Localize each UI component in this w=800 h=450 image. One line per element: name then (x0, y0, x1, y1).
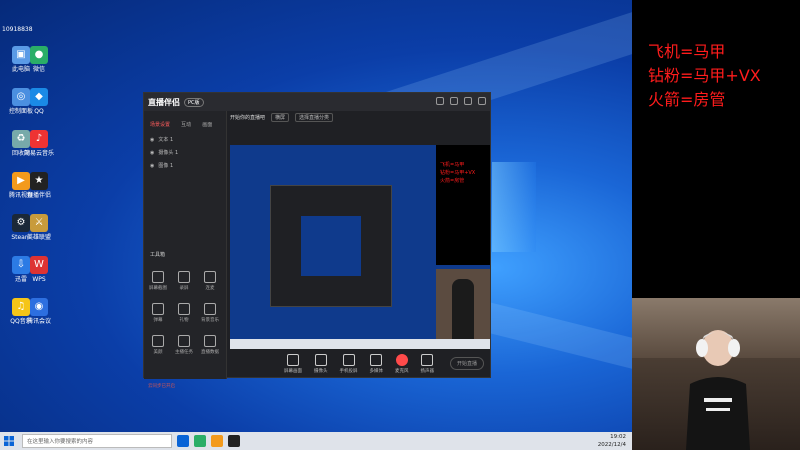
nested-camera (436, 269, 490, 339)
minimize-icon[interactable] (450, 97, 458, 105)
orientation-tag[interactable]: 横屏 (271, 112, 290, 122)
speaker-icon (421, 354, 434, 366)
app-sidebar: 场景设置 互动 画面 ◉ 文本 1 ◉ 摄像头 1 ◉ 图像 1 工具箱 屏幕截图 录… (144, 111, 227, 389)
desktop-icon[interactable]: ◆ QQ (18, 88, 60, 116)
qq-icon: ◆ (30, 88, 48, 106)
category-select[interactable]: 选择直播分类 (295, 112, 334, 122)
taskbar-clock[interactable]: 19:02 2022/12/4 (598, 433, 626, 449)
meeting-icon: ◉ (30, 298, 48, 316)
taskbar-app-icon[interactable] (194, 435, 206, 447)
desktop-icon[interactable]: ● 微信 (18, 46, 60, 74)
webcam-feed (632, 298, 800, 450)
live-subbar (226, 123, 492, 133)
tool-button[interactable]: 背景音乐 (198, 303, 222, 323)
eye-icon[interactable]: ◉ (150, 163, 154, 169)
app-logo: 直播伴侣 (148, 97, 180, 107)
tool-icon (178, 303, 190, 315)
eye-icon[interactable]: ◉ (150, 150, 154, 156)
scene-item[interactable]: ◉ 摄像头 1 (150, 149, 226, 157)
nested-preview-inner (301, 216, 361, 276)
taskbar-search-input[interactable]: 在这里输入你要搜索的内容 (22, 434, 172, 448)
nested-preview (270, 185, 392, 307)
media-button[interactable]: 多媒体 (370, 354, 383, 374)
date-text: 2022/12/4 (597, 442, 626, 448)
game-icon: ⚔ (30, 214, 48, 232)
tool-icon (204, 335, 216, 347)
preview-taskbar (230, 339, 490, 349)
microphone-icon (395, 354, 408, 366)
maximize-icon[interactable] (464, 97, 472, 105)
overlay-line-1: 飞机=马甲 (648, 42, 726, 61)
media-icon (370, 354, 383, 366)
tool-button[interactable]: 礼物 (172, 303, 196, 323)
taskbar: 在这里输入你要搜索的内容 19:02 2022/12/4 (0, 432, 632, 450)
toolbox-title: 工具箱 (150, 252, 166, 258)
screen-icon (287, 354, 299, 366)
wechat-icon: ● (30, 46, 48, 64)
desktop-icon[interactable]: W WPS (18, 256, 60, 284)
tool-button[interactable]: 美颜 (146, 335, 170, 355)
live-topbar: 开始你的直播吧 横屏 选择直播分类 (226, 111, 492, 123)
tab-picture[interactable]: 画面 (202, 121, 212, 128)
desktop-wallpaper: 10918838 ▣ 此电脑 ● 微信 ◎ 控制面板 ◆ QQ ♻ 回收站 ♪ … (0, 0, 632, 432)
phone-icon (342, 354, 355, 366)
scene-item[interactable]: ◉ 图像 1 (150, 162, 226, 170)
windows-icon (4, 436, 14, 446)
app-badge: PC版 (184, 97, 204, 107)
speaker-button[interactable]: 扬声器 (421, 354, 434, 374)
nested-overlay-text: 飞机=马甲 钻粉=马甲+VX 火箭=房管 (440, 162, 476, 184)
footer-message: 云同步已开启 (148, 384, 175, 389)
tool-button[interactable]: 录屏 (172, 271, 196, 291)
tool-button[interactable]: 直播数据 (198, 335, 222, 355)
tab-scene[interactable]: 场景设置 (150, 121, 170, 128)
tool-icon (152, 271, 164, 283)
tool-button[interactable]: 屏幕截图 (146, 271, 170, 291)
tool-icon (178, 271, 190, 283)
tool-button[interactable]: 连麦 (198, 271, 222, 291)
live-title[interactable]: 开始你的直播吧 (230, 114, 265, 121)
tool-button[interactable]: 主播任务 (172, 335, 196, 355)
windows-logo-icon (492, 162, 536, 252)
stream-preview[interactable]: 飞机=马甲 钻粉=马甲+VX 火箭=房管 (230, 145, 490, 339)
taskbar-app-icon[interactable] (211, 435, 223, 447)
close-icon[interactable] (478, 97, 486, 105)
nested-person (452, 279, 474, 339)
tool-icon (204, 271, 216, 283)
phone-cast-button[interactable]: 手机投屏 (340, 354, 358, 374)
tool-icon (204, 303, 216, 315)
tool-button[interactable]: 弹幕 (146, 303, 170, 323)
tool-icon (152, 303, 164, 315)
start-button[interactable] (0, 432, 18, 450)
wps-icon: W (30, 256, 48, 274)
nested-overlay-panel: 飞机=马甲 钻粉=马甲+VX 火箭=房管 (436, 145, 490, 265)
tab-interact[interactable]: 互动 (181, 121, 191, 128)
time-text: 19:02 (610, 434, 626, 440)
desktop-icon[interactable]: ◉ 腾讯会议 (18, 298, 60, 326)
desktop-icon[interactable]: ⚔ 英雄联盟 (18, 214, 60, 242)
taskbar-app-icon[interactable] (228, 435, 240, 447)
music-icon: ♪ (30, 130, 48, 148)
streamer-person (686, 330, 750, 450)
menu-icon[interactable] (436, 97, 444, 105)
desktop-icon[interactable]: ★ 直播伴侣 (18, 172, 60, 200)
taskbar-app-icon[interactable] (177, 435, 189, 447)
tool-icon (178, 335, 190, 347)
overlay-line-3: 火箭=房管 (648, 90, 726, 109)
eye-icon[interactable]: ◉ (150, 137, 154, 143)
overlay-line-2: 钻粉=马甲+VX (648, 66, 761, 85)
app-main: 开始你的直播吧 横屏 选择直播分类 飞机=马甲 钻粉=马甲+VX 火箭=房管 屏… (226, 111, 492, 379)
camera-icon (314, 354, 327, 366)
screen-capture-button[interactable]: 屏幕画面 (284, 354, 302, 374)
top-left-label: 10918838 (2, 26, 33, 33)
start-live-button[interactable]: 开始直播 (449, 357, 484, 370)
window-controls (436, 97, 486, 105)
desktop-icon[interactable]: ♪ 网易云音乐 (18, 130, 60, 158)
scene-item[interactable]: ◉ 文本 1 (150, 136, 226, 144)
app-titlebar: 直播伴侣 PC版 (144, 93, 490, 111)
live-app-icon: ★ (30, 172, 48, 190)
microphone-button[interactable]: 麦克风 (395, 354, 409, 374)
live-streaming-app-window[interactable]: 直播伴侣 PC版 场景设置 互动 画面 ◉ 文本 1 ◉ 摄像头 1 ◉ 图像 1 工… (143, 92, 492, 389)
tool-icon (152, 335, 164, 347)
camera-button[interactable]: 摄像头 (314, 354, 328, 374)
